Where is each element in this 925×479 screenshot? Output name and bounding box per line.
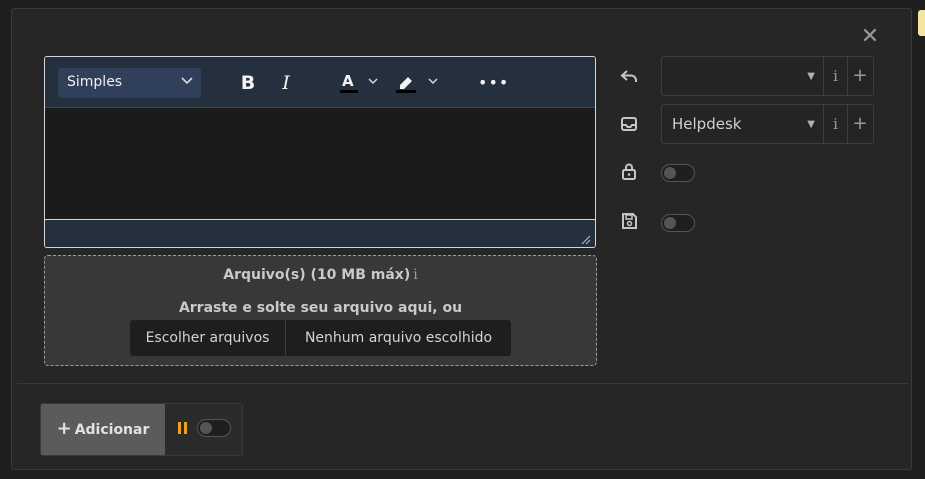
chevron-down-icon: [181, 71, 193, 94]
file-dropzone[interactable]: Arquivo(s) (10 MB máx) i Arraste e solte …: [44, 255, 597, 366]
italic-button[interactable]: I: [276, 70, 296, 96]
editor-toolbar: Simples B I A •••: [45, 57, 595, 108]
reply-select-group: ▼ i +: [661, 56, 874, 96]
footer-actions: + Adicionar: [40, 403, 243, 456]
resize-handle-icon[interactable]: [581, 235, 591, 245]
toggle-knob: [664, 167, 676, 179]
more-icon: •••: [478, 73, 510, 92]
reply-icon: [620, 70, 637, 82]
font-color-icon: A: [340, 72, 378, 93]
inbox-select-group: Helpdesk ▼ i +: [661, 104, 874, 144]
lock-toggle[interactable]: [661, 164, 695, 182]
inbox-icon: [621, 117, 637, 131]
lock-icon: [622, 163, 636, 180]
highlight-color-button[interactable]: [394, 70, 442, 96]
close-button[interactable]: ✕: [860, 26, 880, 48]
reply-info-button[interactable]: i: [824, 57, 848, 95]
reply-select[interactable]: ▼: [662, 57, 824, 95]
bold-icon: B: [240, 72, 256, 94]
plus-icon: +: [56, 418, 72, 439]
save-icon: [622, 213, 637, 229]
caret-down-icon: ▼: [807, 71, 815, 82]
choose-files-button[interactable]: Escolher arquivos: [130, 320, 286, 356]
font-color-button[interactable]: A: [338, 70, 382, 96]
corner-tab: [918, 10, 925, 36]
block-style-value: Simples: [67, 74, 123, 90]
inbox-info-button[interactable]: i: [824, 105, 848, 143]
info-icon[interactable]: i: [413, 267, 417, 283]
no-file-text: Nenhum arquivo escolhido: [304, 330, 493, 346]
editor-statusbar: [45, 220, 595, 247]
modal-dialog: ✕ Simples B I A ••• Arquivo(s) (10 MB má…: [11, 8, 912, 470]
upload-title: Arquivo(s) (10 MB máx) i: [223, 267, 418, 283]
inbox-add-button[interactable]: +: [848, 105, 872, 143]
editor-content-area[interactable]: [45, 108, 595, 220]
upload-hint: Arraste e solte seu arquivo aqui, ou: [178, 300, 463, 316]
svg-text:A: A: [342, 72, 354, 90]
reply-add-button[interactable]: +: [848, 57, 872, 95]
add-button-label: Adicionar: [74, 422, 150, 438]
more-button[interactable]: •••: [478, 70, 508, 96]
rich-text-editor: Simples B I A •••: [44, 56, 596, 248]
italic-icon: I: [282, 72, 290, 94]
pause-icon: [178, 422, 187, 434]
pause-toggle[interactable]: [197, 419, 231, 437]
bold-button[interactable]: B: [238, 70, 258, 96]
divider: [17, 383, 908, 384]
footer-toggle-area: [165, 404, 242, 455]
highlight-color-icon: [396, 77, 438, 93]
inbox-select[interactable]: Helpdesk ▼: [662, 105, 824, 143]
add-button[interactable]: + Adicionar: [41, 404, 165, 455]
caret-down-icon: ▼: [807, 119, 815, 130]
toggle-knob: [200, 422, 212, 434]
file-input: Escolher arquivos Nenhum arquivo escolhi…: [130, 320, 511, 356]
save-toggle[interactable]: [661, 214, 695, 232]
toggle-knob: [664, 217, 676, 229]
block-style-select[interactable]: Simples: [58, 68, 201, 98]
